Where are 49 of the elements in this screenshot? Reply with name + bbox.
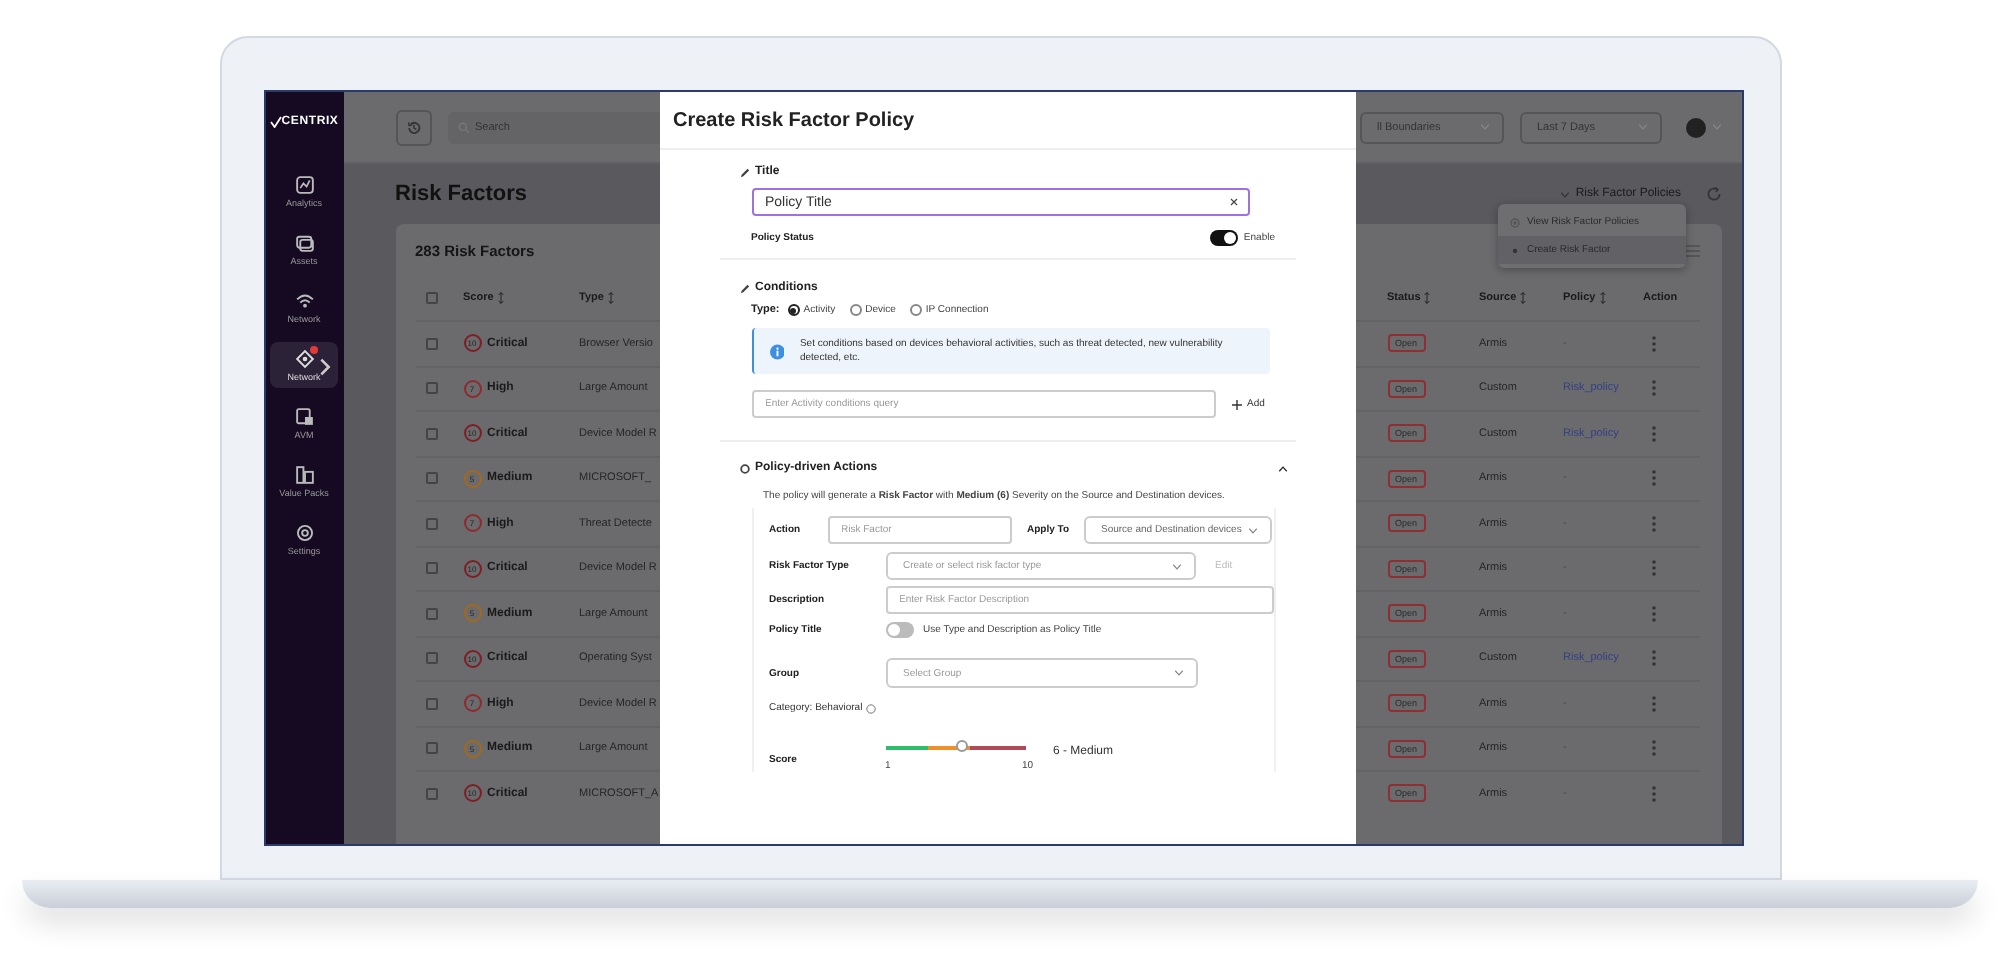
row-checkbox[interactable] (425, 562, 437, 575)
chart-icon (293, 174, 315, 196)
settings-icon (293, 522, 315, 544)
wifi-icon (293, 290, 315, 312)
toggle-switch[interactable] (1209, 230, 1238, 246)
diamond-icon (293, 348, 315, 370)
sort-icon[interactable] (1599, 292, 1606, 304)
page-title: Risk Factors (395, 182, 528, 206)
target-icon (1509, 217, 1519, 227)
document-icon (293, 406, 315, 428)
row-checkbox[interactable] (425, 607, 437, 620)
toggle-switch[interactable] (885, 622, 913, 638)
chevron-down-icon (1171, 563, 1181, 569)
sort-icon[interactable] (607, 292, 614, 304)
history-button[interactable] (395, 109, 431, 145)
history-icon (405, 119, 421, 135)
refresh-icon[interactable] (1705, 186, 1721, 202)
dot-icon (1509, 245, 1519, 255)
plus-icon (1231, 399, 1241, 409)
row-checkbox[interactable] (425, 337, 437, 350)
close-icon[interactable] (1229, 198, 1237, 206)
radio-button[interactable] (909, 304, 922, 316)
chevron-up-icon (1277, 465, 1287, 471)
chevron-down-icon (1173, 670, 1183, 676)
chevron-down-icon (1559, 191, 1570, 197)
avatar[interactable] (1685, 117, 1705, 137)
row-checkbox[interactable] (425, 742, 437, 755)
row-checkbox[interactable] (425, 652, 437, 665)
select-all-checkbox[interactable] (425, 292, 437, 304)
row-checkbox[interactable] (425, 517, 437, 530)
chevron-down-icon (1247, 527, 1257, 533)
sort-icon[interactable] (1424, 292, 1431, 304)
row-checkbox[interactable] (425, 787, 437, 800)
row-checkbox[interactable] (425, 427, 437, 440)
row-checkbox[interactable] (425, 697, 437, 710)
radio-button[interactable] (849, 304, 862, 316)
folders-icon (293, 232, 315, 254)
sort-icon[interactable] (497, 292, 504, 304)
pages-icon (293, 464, 315, 486)
row-checkbox[interactable] (425, 382, 437, 395)
collapse-button[interactable] (1277, 465, 1287, 471)
pencil-icon (739, 283, 749, 293)
notification-dot (310, 346, 318, 354)
menu-icon[interactable] (1683, 243, 1699, 257)
check-logo-icon (269, 116, 282, 128)
slider-thumb[interactable] (956, 740, 969, 752)
row-checkbox[interactable] (425, 472, 437, 485)
radio-button[interactable] (787, 304, 800, 316)
sort-icon[interactable] (1520, 292, 1527, 304)
